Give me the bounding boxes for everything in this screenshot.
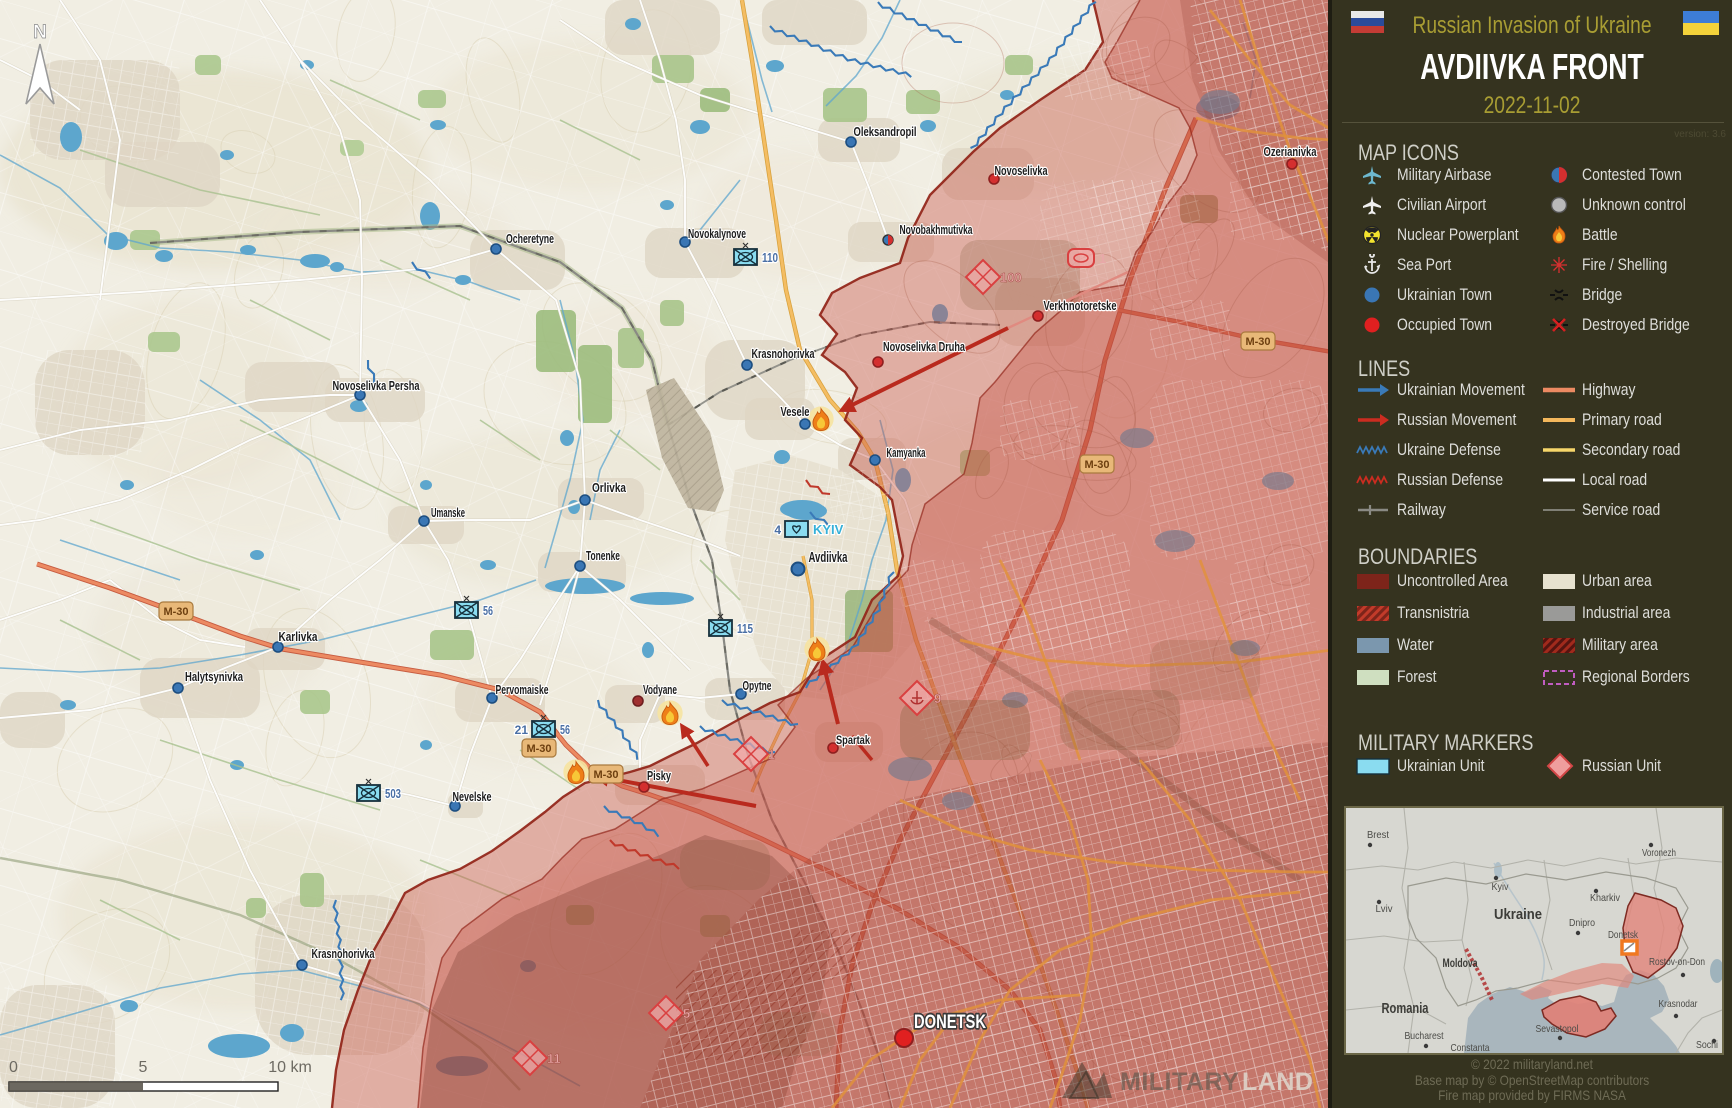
svg-text:Novokalynove: Novokalynove	[688, 226, 746, 241]
svg-text:Verkhnotoretske: Verkhnotoretske	[1044, 298, 1117, 313]
svg-text:5: 5	[683, 1006, 690, 1021]
svg-text:Kharkiv: Kharkiv	[1590, 892, 1621, 904]
svg-text:LAND: LAND	[1242, 1068, 1313, 1096]
svg-text:M-30: M-30	[163, 606, 188, 618]
svg-text:5: 5	[139, 1059, 148, 1076]
svg-text:Ocheretyne: Ocheretyne	[506, 231, 554, 246]
svg-text:1: 1	[1099, 251, 1106, 266]
svg-text:Avdiivka: Avdiivka	[809, 549, 848, 566]
svg-text:503: 503	[385, 786, 401, 801]
svg-text:Pisky: Pisky	[647, 768, 672, 783]
svg-text:Krasnohorivka: Krasnohorivka	[752, 346, 816, 361]
svg-text:MILITARY: MILITARY	[1120, 1068, 1239, 1096]
svg-text:Kamyanka: Kamyanka	[887, 445, 926, 460]
svg-text:1: 1	[768, 747, 775, 762]
svg-text:56: 56	[483, 603, 493, 618]
svg-text:100: 100	[1000, 270, 1022, 285]
svg-text:Moldova: Moldova	[1443, 956, 1478, 970]
svg-text:DONETSK: DONETSK	[914, 1012, 986, 1033]
svg-text:Sochi: Sochi	[1696, 1039, 1718, 1051]
svg-text:N: N	[33, 22, 47, 43]
svg-text:Sevastopol: Sevastopol	[1536, 1023, 1579, 1035]
svg-text:10 km: 10 km	[268, 1059, 312, 1076]
svg-text:M-30: M-30	[1245, 336, 1270, 348]
svg-text:Umanske: Umanske	[431, 505, 465, 520]
svg-text:Novoselivka: Novoselivka	[995, 163, 1049, 178]
svg-text:Halytsynivka: Halytsynivka	[185, 669, 244, 684]
svg-text:Ozerianivka: Ozerianivka	[1264, 144, 1318, 159]
svg-text:Bucharest: Bucharest	[1405, 1030, 1444, 1042]
svg-text:Dnipro: Dnipro	[1569, 917, 1595, 929]
svg-text:4: 4	[774, 523, 781, 537]
svg-text:Orlivka: Orlivka	[592, 480, 627, 495]
svg-text:110: 110	[762, 250, 778, 265]
svg-text:Donetsk: Donetsk	[1608, 929, 1639, 941]
svg-text:M-30: M-30	[526, 743, 551, 755]
svg-text:M-30: M-30	[593, 769, 618, 781]
svg-text:M-30: M-30	[1084, 459, 1109, 471]
svg-text:Opytne: Opytne	[743, 678, 772, 693]
svg-text:115: 115	[737, 621, 753, 636]
svg-text:0: 0	[9, 1059, 18, 1076]
svg-text:Voronezh: Voronezh	[1642, 847, 1676, 859]
svg-text:Krasnohorivka: Krasnohorivka	[312, 946, 376, 961]
svg-text:Novobakhmutivka: Novobakhmutivka	[900, 222, 973, 237]
svg-text:Brest: Brest	[1367, 829, 1389, 841]
svg-text:Pervomaiske: Pervomaiske	[496, 682, 549, 697]
svg-text:Nevelske: Nevelske	[453, 789, 492, 804]
svg-text:Karlivka: Karlivka	[279, 629, 319, 644]
svg-text:Krasnodar: Krasnodar	[1659, 998, 1698, 1010]
svg-text:Romania: Romania	[1382, 1000, 1429, 1017]
svg-text:Rostov-on-Don: Rostov-on-Don	[1649, 956, 1705, 968]
svg-text:Lviv: Lviv	[1376, 903, 1394, 915]
svg-text:9: 9	[934, 691, 941, 706]
svg-text:Vesele: Vesele	[781, 404, 810, 419]
svg-text:Spartak: Spartak	[836, 733, 870, 747]
svg-text:Novoselivka Persha: Novoselivka Persha	[333, 378, 421, 393]
svg-text:56: 56	[560, 722, 570, 737]
svg-text:Vodyane: Vodyane	[643, 682, 677, 697]
svg-text:11: 11	[547, 1051, 561, 1066]
svg-text:Ukraine: Ukraine	[1494, 906, 1542, 923]
svg-text:Kyiv: Kyiv	[1492, 881, 1510, 893]
svg-text:Tonenke: Tonenke	[586, 548, 620, 563]
svg-text:Novoselivka Druha: Novoselivka Druha	[883, 339, 966, 354]
svg-text:KYIV: KYIV	[813, 522, 844, 537]
svg-text:Oleksandropil: Oleksandropil	[854, 124, 917, 139]
svg-text:Constanta: Constanta	[1451, 1042, 1490, 1053]
svg-text:21: 21	[515, 723, 529, 737]
